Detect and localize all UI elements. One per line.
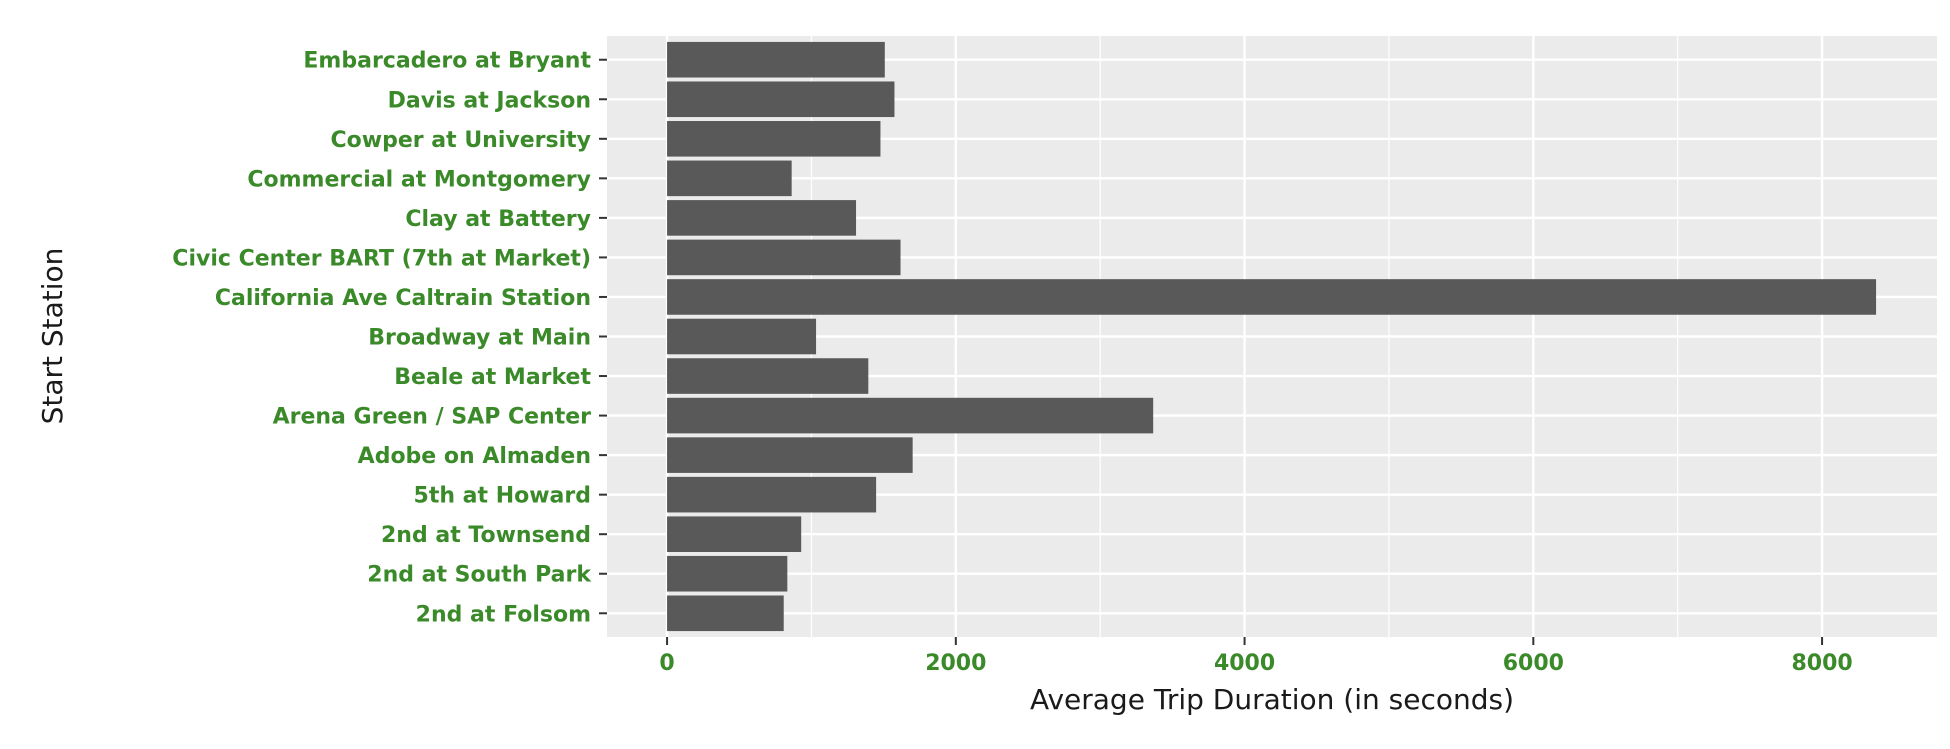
- y-tick-label: 2nd at South Park: [367, 563, 592, 588]
- x-tick-label: 6000: [1503, 651, 1564, 676]
- y-tick-label: Embarcadero at Bryant: [303, 49, 591, 74]
- x-tick-label: 8000: [1791, 651, 1852, 676]
- y-tick-label: Beale at Market: [394, 365, 591, 390]
- y-tick-label: Commercial at Montgomery: [247, 167, 591, 192]
- x-tick-label: 0: [659, 651, 674, 676]
- bar: [667, 516, 802, 552]
- y-tick-label: 2nd at Folsom: [416, 602, 591, 627]
- bar: [667, 41, 885, 78]
- y-tick-label: Broadway at Main: [368, 326, 591, 351]
- x-tick-label: 4000: [1214, 651, 1275, 676]
- bar: [667, 121, 881, 157]
- bar: [667, 476, 877, 513]
- bar: [667, 358, 869, 394]
- y-tick-label: Clay at Battery: [405, 207, 591, 232]
- y-tick-label: Cowper at University: [331, 128, 591, 153]
- bar: [667, 160, 792, 197]
- x-axis-title: Average Trip Duration (in seconds): [1030, 683, 1514, 716]
- y-tick-label: Davis at Jackson: [388, 88, 591, 113]
- bar: [667, 81, 895, 118]
- x-axis: 0 2000 4000 6000 8000: [659, 637, 1853, 676]
- bar: [667, 437, 913, 473]
- bar: [667, 200, 857, 236]
- bar: [667, 318, 817, 355]
- bar: [667, 279, 1877, 315]
- y-tick-label: Adobe on Almaden: [358, 444, 591, 469]
- y-tick-label: California Ave Caltrain Station: [215, 286, 591, 311]
- bar: [667, 595, 784, 632]
- y-tick-label: 5th at Howard: [414, 484, 591, 509]
- bar: [667, 555, 788, 592]
- bar: [667, 397, 1154, 434]
- y-tick-label: Arena Green / SAP Center: [273, 405, 592, 430]
- y-axis-title: Start Station: [36, 248, 69, 425]
- bar: [667, 239, 901, 276]
- x-tick-label: 2000: [925, 651, 986, 676]
- y-tick-label: 2nd at Townsend: [381, 523, 591, 548]
- y-axis: Embarcadero at Bryant Davis at Jackson Cow…: [172, 49, 607, 627]
- bar-chart: Embarcadero at Bryant Davis at Jackson Cow…: [36, 36, 1937, 716]
- y-tick-label: Civic Center BART (7th at Market): [172, 246, 591, 271]
